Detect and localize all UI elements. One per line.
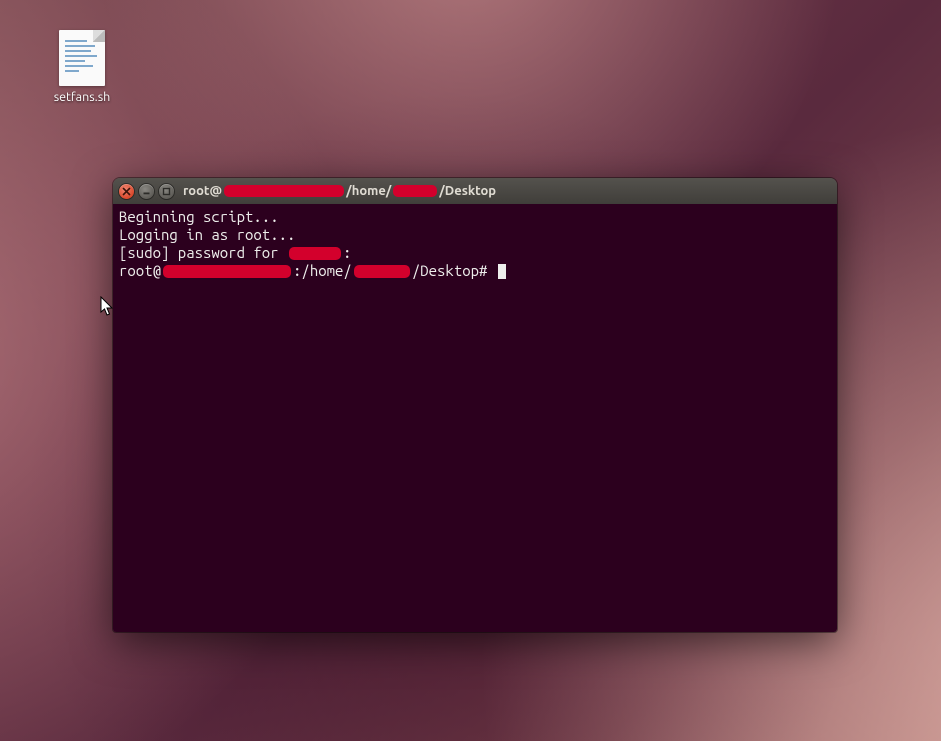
terminal-line: Logging in as root... (119, 226, 831, 244)
terminal-prompt-line: root@ :/home/ /Desktop# (119, 262, 831, 280)
desktop-wallpaper: setfans.sh root@ /home/ /Desktop Beginni… (0, 0, 941, 741)
redacted-username (393, 185, 437, 197)
terminal-line: [sudo] password for : (119, 244, 831, 262)
close-button[interactable] (119, 184, 134, 199)
title-seg-user: root@ (183, 184, 222, 198)
terminal-cursor (498, 264, 506, 279)
window-titlebar[interactable]: root@ /home/ /Desktop (113, 178, 837, 204)
file-icon (59, 30, 105, 86)
title-seg-path1: /home/ (346, 184, 391, 198)
title-seg-path2: /Desktop (439, 184, 496, 198)
terminal-body[interactable]: Beginning script... Logging in as root..… (113, 204, 837, 632)
file-label: setfans.sh (45, 90, 119, 104)
minimize-button[interactable] (139, 184, 154, 199)
redacted-username (354, 265, 410, 278)
redacted-hostname (224, 185, 344, 197)
redacted-username (289, 247, 341, 260)
maximize-button[interactable] (159, 184, 174, 199)
desktop-file-setfans[interactable]: setfans.sh (45, 30, 119, 104)
redacted-hostname (163, 265, 291, 278)
terminal-window[interactable]: root@ /home/ /Desktop Beginning script..… (113, 178, 837, 632)
terminal-line: Beginning script... (119, 208, 831, 226)
window-title: root@ /home/ /Desktop (183, 184, 496, 198)
